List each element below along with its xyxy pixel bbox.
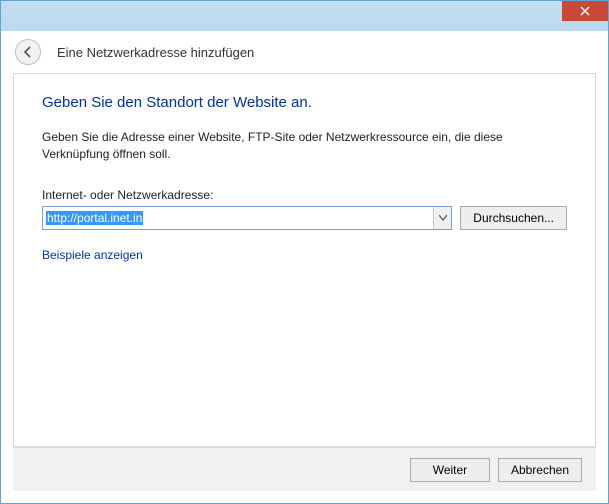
wizard-footer: Weiter Abbrechen xyxy=(13,447,596,491)
close-icon xyxy=(580,6,590,16)
back-button[interactable] xyxy=(15,39,41,65)
back-arrow-icon xyxy=(21,45,35,59)
page-heading: Geben Sie den Standort der Website an. xyxy=(42,94,567,111)
page-description: Geben Sie die Adresse einer Website, FTP… xyxy=(42,129,567,164)
address-row: http://portal.inet.in Durchsuchen... xyxy=(42,206,567,230)
examples-link[interactable]: Beispiele anzeigen xyxy=(42,248,143,262)
chevron-down-icon xyxy=(439,215,447,221)
combo-dropdown-button[interactable] xyxy=(433,207,451,229)
content-wrap: Geben Sie den Standort der Website an. G… xyxy=(1,73,608,503)
address-label: Internet- oder Netzwerkadresse: xyxy=(42,188,567,202)
close-button[interactable] xyxy=(562,1,608,21)
cancel-button[interactable]: Abbrechen xyxy=(498,458,582,482)
titlebar xyxy=(1,1,608,31)
wizard-title: Eine Netzwerkadresse hinzufügen xyxy=(57,45,254,60)
wizard-page: Geben Sie den Standort der Website an. G… xyxy=(13,73,596,447)
browse-button[interactable]: Durchsuchen... xyxy=(460,206,567,230)
wizard-header: Eine Netzwerkadresse hinzufügen xyxy=(1,31,608,73)
next-button[interactable]: Weiter xyxy=(410,458,490,482)
wizard-window: Eine Netzwerkadresse hinzufügen Geben Si… xyxy=(0,0,609,504)
address-input[interactable] xyxy=(42,206,452,230)
address-combo[interactable]: http://portal.inet.in xyxy=(42,206,452,230)
